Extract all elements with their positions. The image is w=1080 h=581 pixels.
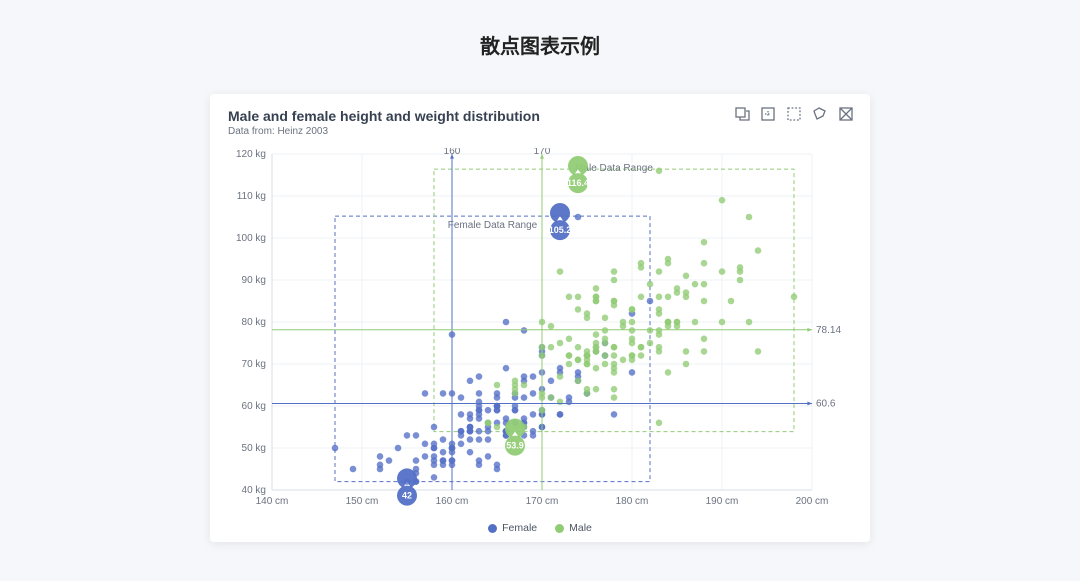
svg-text:Female Data Range: Female Data Range bbox=[448, 220, 538, 231]
scatter-plot-svg: 140 cm 150 cm 160 cm 170 cm 180 cm 190 cm 200 … bbox=[228, 148, 852, 512]
restore-icon[interactable] bbox=[786, 106, 802, 122]
chart-card: Male and female height and weight distri… bbox=[210, 94, 870, 542]
svg-text:40 kg: 40 kg bbox=[242, 485, 266, 496]
svg-text:116.4: 116.4 bbox=[567, 178, 589, 188]
svg-text:180 cm: 180 cm bbox=[616, 496, 649, 507]
svg-text:150 cm: 150 cm bbox=[346, 496, 379, 507]
svg-text:100 kg: 100 kg bbox=[236, 233, 266, 244]
svg-text:105.2: 105.2 bbox=[549, 225, 572, 235]
svg-text:160 cm: 160 cm bbox=[436, 496, 469, 507]
legend-item-male[interactable]: Male bbox=[555, 522, 592, 534]
svg-text:50 kg: 50 kg bbox=[242, 443, 266, 454]
svg-text:160: 160 bbox=[444, 148, 461, 157]
page-title: 散点图表示例 bbox=[0, 30, 1080, 59]
svg-text:170 cm: 170 cm bbox=[526, 496, 559, 507]
svg-text:170: 170 bbox=[534, 148, 551, 157]
svg-text:60.6: 60.6 bbox=[816, 398, 836, 409]
svg-text:90 kg: 90 kg bbox=[242, 275, 266, 286]
svg-text:140 cm: 140 cm bbox=[256, 496, 289, 507]
svg-text:70 kg: 70 kg bbox=[242, 359, 266, 370]
svg-text:42: 42 bbox=[402, 491, 412, 501]
chart-toolbox bbox=[734, 106, 854, 122]
legend-item-female[interactable]: Female bbox=[488, 522, 537, 534]
svg-text:200 cm: 200 cm bbox=[796, 496, 829, 507]
chart-plot-area[interactable]: 140 cm 150 cm 160 cm 170 cm 180 cm 190 cm 200 … bbox=[228, 148, 852, 512]
save-image-icon[interactable] bbox=[838, 106, 854, 122]
svg-text:120 kg: 120 kg bbox=[236, 149, 266, 160]
chart-subtitle: Data from: Heinz 2003 bbox=[228, 126, 852, 137]
svg-text:78.14: 78.14 bbox=[816, 325, 841, 336]
zoom-back-icon[interactable] bbox=[760, 106, 776, 122]
svg-text:110 kg: 110 kg bbox=[237, 191, 266, 202]
svg-text:53.9: 53.9 bbox=[506, 441, 524, 451]
chart-legend: Female Male bbox=[210, 522, 870, 534]
svg-text:80 kg: 80 kg bbox=[242, 317, 266, 328]
zoom-icon[interactable] bbox=[734, 106, 750, 122]
brush-icon[interactable] bbox=[812, 106, 828, 122]
svg-text:60 kg: 60 kg bbox=[242, 401, 266, 412]
svg-text:190 cm: 190 cm bbox=[706, 496, 739, 507]
